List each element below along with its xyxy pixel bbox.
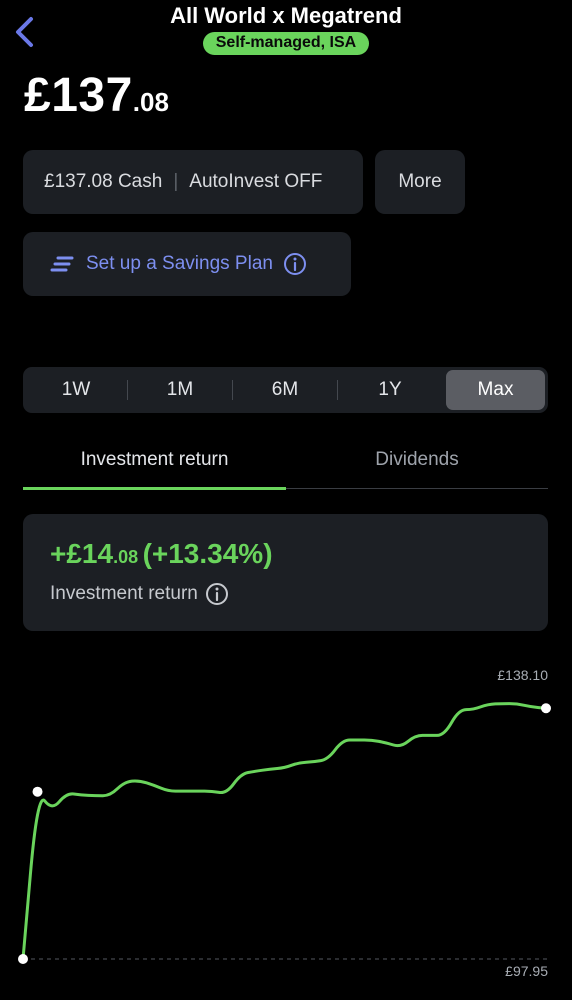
tab-investment-return[interactable]: Investment return bbox=[23, 449, 286, 489]
investment-return-card: +£14.08 (+13.34%) Investment return bbox=[23, 514, 548, 631]
return-label: Investment return bbox=[50, 583, 198, 604]
chart-series-line bbox=[21, 702, 548, 961]
period-1m[interactable]: 1M bbox=[128, 370, 232, 410]
chart-max-label: £138.10 bbox=[497, 667, 548, 683]
return-value: +£14.08 (+13.34%) bbox=[50, 538, 273, 570]
portfolio-balance: £137.08 bbox=[24, 68, 169, 123]
card-separator: | bbox=[173, 171, 179, 192]
chart-end-point bbox=[541, 703, 551, 714]
fund-detail-screen: All World x Megatrend Self-managed, ISA … bbox=[0, 0, 572, 1000]
return-percent: (+13.34%) bbox=[142, 538, 273, 569]
cash-amount: £137.08 Cash bbox=[44, 171, 163, 192]
chart-first-point bbox=[32, 786, 43, 797]
active-tab-indicator bbox=[23, 487, 286, 490]
savings-plan-label: Set up a Savings Plan bbox=[86, 253, 273, 274]
page-title: All World x Megatrend bbox=[170, 3, 402, 28]
balance-whole: £137 bbox=[24, 69, 133, 122]
info-icon[interactable] bbox=[283, 252, 307, 276]
tab-dividends[interactable]: Dividends bbox=[286, 449, 548, 489]
performance-chart[interactable]: £138.10 £97.95 bbox=[0, 640, 572, 1000]
return-value-main: +£14 bbox=[50, 538, 114, 569]
info-icon[interactable] bbox=[205, 582, 229, 606]
account-type-badge: Self-managed, ISA bbox=[202, 32, 370, 55]
period-1y[interactable]: 1Y bbox=[338, 370, 442, 410]
period-max[interactable]: Max bbox=[446, 370, 545, 410]
cash-autoinvest-card[interactable]: £137.08 Cash | AutoInvest OFF bbox=[23, 150, 363, 214]
balance-decimal: .08 bbox=[132, 87, 169, 117]
chart-start-point bbox=[18, 954, 28, 964]
chart-min-label: £97.95 bbox=[505, 963, 548, 979]
more-label: More bbox=[398, 171, 442, 192]
period-1w[interactable]: 1W bbox=[26, 370, 126, 410]
period-selector: 1W 1M 6M 1Y Max bbox=[23, 367, 548, 413]
return-value-decimal: .08 bbox=[113, 547, 139, 567]
autoinvest-status: AutoInvest OFF bbox=[189, 171, 323, 192]
list-lines-icon bbox=[50, 255, 74, 273]
period-6m[interactable]: 6M bbox=[233, 370, 337, 410]
more-button[interactable]: More bbox=[375, 150, 465, 214]
savings-plan-button[interactable]: Set up a Savings Plan bbox=[23, 232, 351, 296]
